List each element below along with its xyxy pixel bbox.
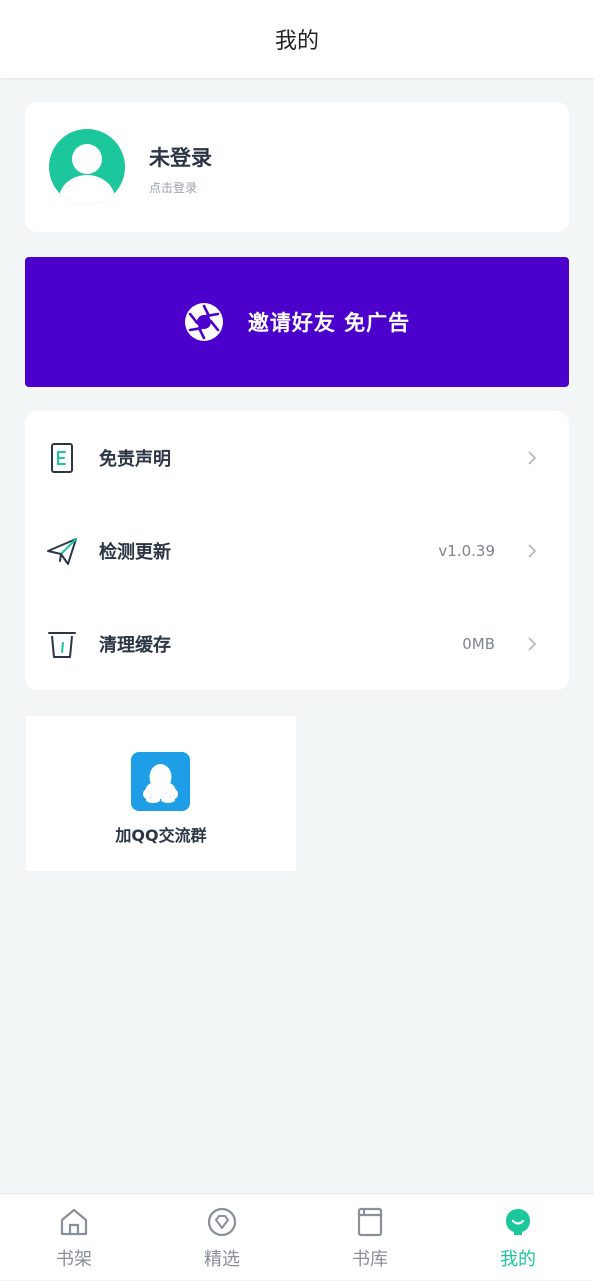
aperture-icon (184, 303, 223, 341)
tab-label: 书架 (56, 1249, 92, 1270)
tab-library[interactable]: 书库 (296, 1194, 444, 1281)
chevron-right-icon (528, 450, 537, 465)
profile-card[interactable]: 未登录 点击登录 (25, 102, 569, 232)
menu-item-label: 清理缓存 (99, 634, 171, 656)
menu-item-clear-cache[interactable]: 清理缓存 0MB (25, 597, 569, 690)
qq-group-tile[interactable]: 加QQ交流群 (26, 716, 296, 871)
tab-label: 我的 (500, 1249, 536, 1270)
paper-plane-icon (47, 537, 77, 565)
profile-icon (506, 1209, 530, 1235)
menu-item-disclaimer[interactable]: 免责声明 (25, 411, 569, 504)
app-version: v1.0.39 (438, 541, 495, 560)
avatar-icon[interactable] (49, 129, 125, 205)
menu-item-label: 检测更新 (99, 541, 171, 563)
tab-mine[interactable]: 我的 (444, 1194, 592, 1281)
tab-bookshelf[interactable]: 书架 (0, 1194, 148, 1281)
login-hint[interactable]: 点击登录 (149, 179, 197, 196)
chevron-right-icon (528, 636, 537, 651)
book-icon (357, 1207, 383, 1237)
chevron-right-icon (528, 543, 537, 558)
home-icon (60, 1208, 88, 1236)
qq-icon[interactable] (131, 752, 190, 811)
cache-size: 0MB (462, 634, 495, 653)
tab-label: 书库 (352, 1249, 388, 1270)
login-status[interactable]: 未登录 (149, 142, 212, 172)
settings-menu: 免责声明 检测更新 v1.0.39 清理缓存 0MB (25, 411, 569, 690)
invite-friends-banner[interactable]: 邀请好友 免广告 (25, 257, 569, 387)
diamond-icon (207, 1207, 237, 1237)
qq-group-label: 加QQ交流群 (115, 826, 207, 845)
bottom-tab-bar: 书架 精选 书库 我的 (0, 1193, 594, 1280)
tab-featured[interactable]: 精选 (148, 1194, 296, 1281)
document-icon (51, 442, 73, 473)
invite-label: 邀请好友 免广告 (247, 311, 411, 335)
menu-item-check-update[interactable]: 检测更新 v1.0.39 (25, 504, 569, 597)
top-bar: 我的 (0, 0, 594, 78)
tab-label: 精选 (204, 1249, 240, 1270)
trash-icon (48, 631, 76, 658)
menu-item-label: 免责声明 (99, 448, 171, 470)
page-title: 我的 (274, 29, 319, 54)
